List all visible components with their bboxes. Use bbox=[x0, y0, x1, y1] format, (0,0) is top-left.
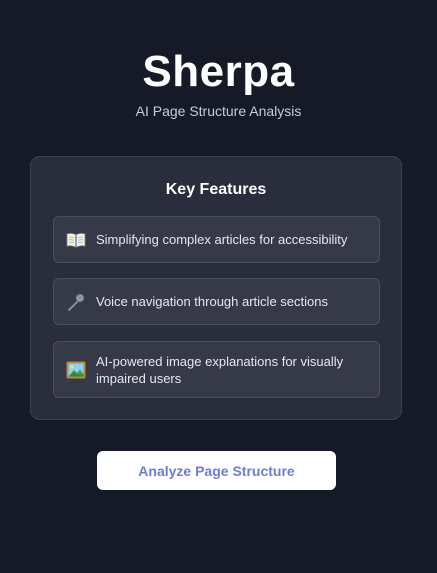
analyze-page-structure-button[interactable]: Analyze Page Structure bbox=[97, 451, 336, 490]
framed-picture-icon bbox=[66, 360, 86, 380]
app-title: Sherpa bbox=[142, 47, 295, 96]
feature-item-simplifying: Simplifying complex articles for accessi… bbox=[53, 216, 380, 263]
key-features-heading: Key Features bbox=[165, 181, 267, 198]
feature-item-image-explanations: AI-powered image explanations for visual… bbox=[53, 341, 380, 398]
app-subtitle: AI Page Structure Analysis bbox=[135, 103, 302, 119]
feature-text: Simplifying complex articles for accessi… bbox=[96, 232, 348, 247]
key-features-card: Key Features Simplifying complex article… bbox=[30, 156, 402, 420]
microphone-icon bbox=[66, 292, 86, 312]
feature-text: AI-powered image explanations for visual… bbox=[96, 353, 344, 386]
feature-item-voice-navigation: Voice navigation through article section… bbox=[53, 278, 380, 325]
feature-text: Voice navigation through article section… bbox=[96, 294, 328, 309]
open-book-icon bbox=[66, 230, 86, 250]
app-root: Sherpa AI Page Structure Analysis Key Fe… bbox=[0, 0, 437, 573]
